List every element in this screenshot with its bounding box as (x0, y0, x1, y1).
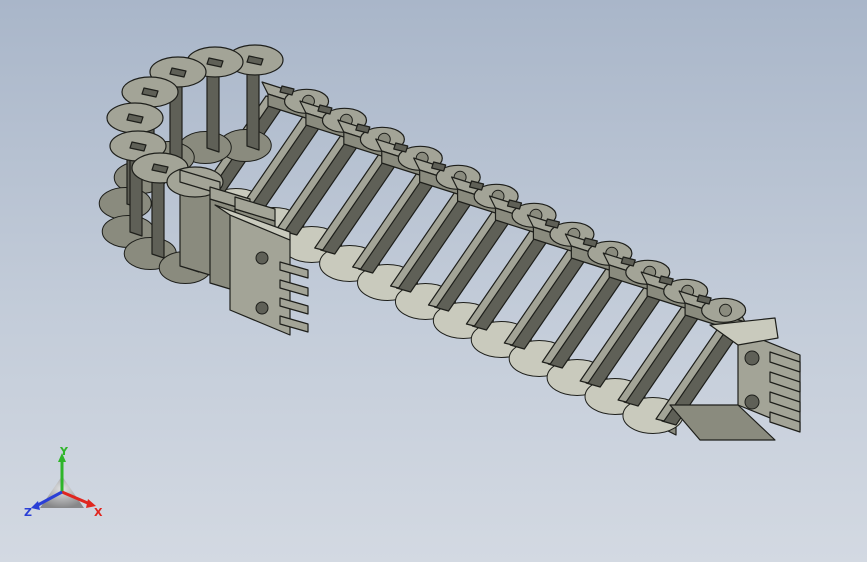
axis-triad: Y X Z (22, 445, 112, 526)
z-axis-label: Z (24, 506, 32, 519)
left-bracket-hole (255, 251, 269, 265)
cable-drag-chain-model[interactable] (0, 0, 867, 562)
bend-crossbar (246, 65, 260, 151)
left-bracket-hole (255, 301, 269, 315)
y-axis-label: Y (59, 446, 69, 458)
bend-crossbar (151, 173, 165, 259)
bend-crossbar (206, 67, 220, 153)
chain-lower-track (98, 65, 742, 436)
z-arrow-head-icon (31, 501, 40, 510)
link-pivot-hole (719, 303, 733, 317)
right-bracket-hole (744, 394, 760, 410)
3d-viewport[interactable]: Y X Z (0, 0, 867, 562)
x-axis-label: X (94, 506, 103, 519)
right-bracket-hole (744, 350, 760, 366)
bend-link-lower (98, 187, 152, 220)
